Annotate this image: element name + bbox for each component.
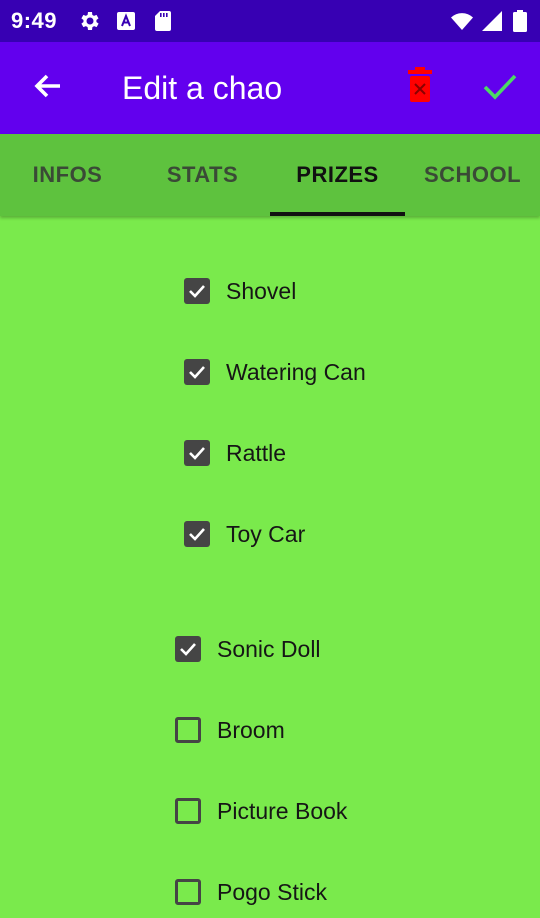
sd-card-icon [155, 11, 171, 31]
prize-label: Watering Can [226, 358, 366, 385]
tab-infos[interactable]: INFOS [0, 134, 135, 216]
checkbox-unchecked-icon[interactable] [175, 879, 201, 905]
prize-picture-book[interactable]: Picture Book [175, 785, 347, 837]
tab-stats[interactable]: STATS [135, 134, 270, 216]
back-button[interactable] [26, 64, 70, 108]
signal-icon [482, 11, 502, 31]
status-time: 9:49 [11, 8, 58, 33]
status-bar: 9:49 [0, 0, 540, 42]
prize-watering-can[interactable]: Watering Can [184, 346, 366, 398]
prize-broom[interactable]: Broom [175, 704, 285, 756]
prize-label: Pogo Stick [217, 878, 327, 905]
checkbox-checked-icon[interactable] [175, 636, 201, 662]
checkbox-checked-icon[interactable] [184, 359, 210, 385]
tab-prizes[interactable]: PRIZES [270, 134, 405, 216]
prize-pogo-stick[interactable]: Pogo Stick [175, 866, 327, 918]
prize-label: Picture Book [217, 797, 348, 824]
delete-button[interactable] [398, 64, 442, 108]
wifi-icon [451, 13, 473, 30]
prize-label: Shovel [226, 277, 297, 304]
settings-icon [81, 12, 99, 30]
prize-toy-car[interactable]: Toy Car [184, 508, 305, 560]
page-title: Edit a chao [122, 70, 283, 106]
checkbox-checked-icon[interactable] [184, 278, 210, 304]
prize-label: Broom [217, 716, 285, 743]
notification-a-icon [117, 12, 135, 30]
prize-rattle[interactable]: Rattle [184, 427, 286, 479]
prize-sonic-doll[interactable]: Sonic Doll [175, 623, 321, 675]
battery-icon [513, 10, 527, 32]
trash-icon [408, 67, 432, 102]
arrow-back-icon [34, 74, 60, 98]
prize-label: Toy Car [226, 520, 306, 547]
prize-label: Sonic Doll [217, 635, 321, 662]
checkbox-unchecked-icon[interactable] [175, 717, 201, 743]
app-bar: Edit a chao [0, 42, 540, 134]
save-button[interactable] [478, 64, 522, 108]
checkbox-checked-icon[interactable] [184, 440, 210, 466]
prize-label: Rattle [226, 439, 287, 466]
checkbox-checked-icon[interactable] [184, 521, 210, 547]
prize-shovel[interactable]: Shovel [184, 265, 296, 317]
tab-school[interactable]: SCHOOL [405, 134, 540, 216]
active-tab-indicator [270, 212, 405, 216]
checkbox-unchecked-icon[interactable] [175, 798, 201, 824]
tab-bar: INFOS STATS PRIZES SCHOOL [0, 134, 540, 216]
checkmark-icon [483, 74, 517, 100]
